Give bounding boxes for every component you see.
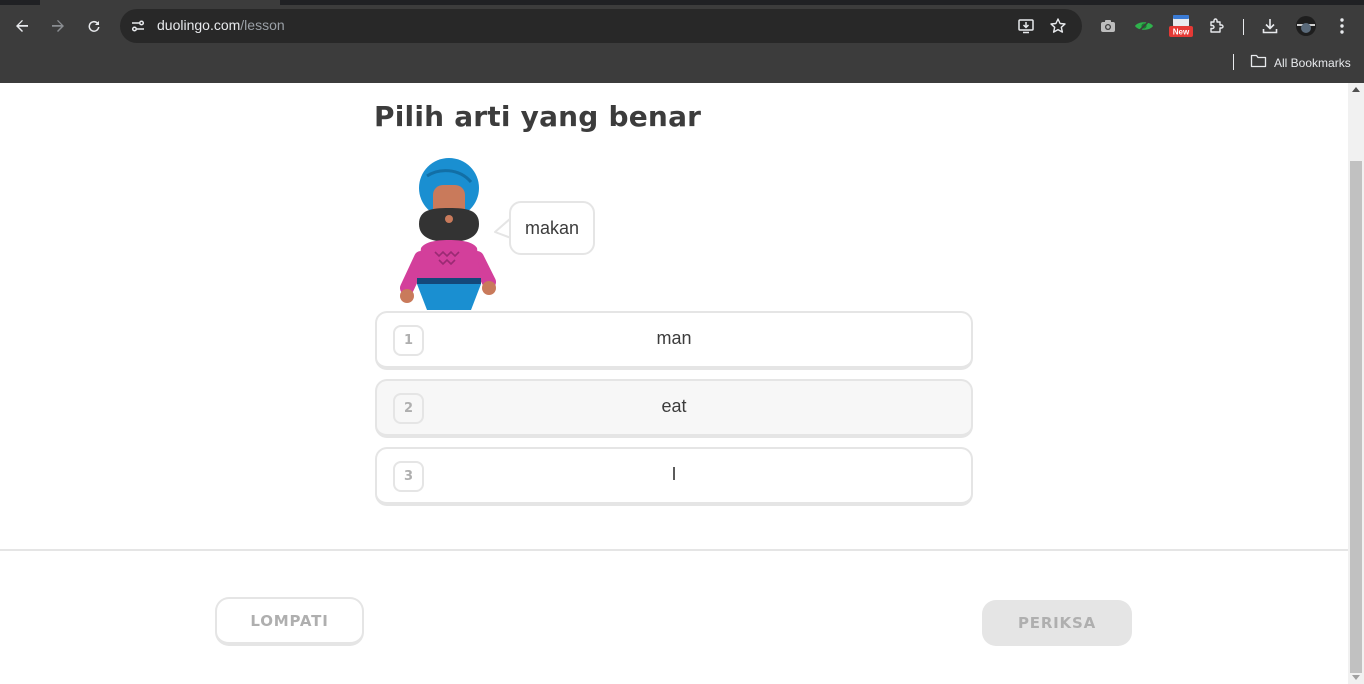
page-title: Pilih arti yang benar [374,100,702,133]
url-path: /lesson [240,17,285,33]
back-icon[interactable] [7,11,37,41]
option-label: I [671,464,677,484]
camera-extension-icon[interactable] [1096,14,1120,38]
folder-icon [1250,54,1267,71]
download-icon[interactable] [1258,14,1282,38]
new-badge-extension-icon[interactable]: New [1167,14,1195,38]
speech-text: makan [525,217,580,238]
scroll-down-arrow[interactable] [1352,675,1360,680]
bookmarks-separator [1233,54,1234,70]
profile-avatar[interactable] [1294,14,1318,38]
bookmarks-bar: All Bookmarks [0,47,1364,83]
page-scrollbar[interactable] [1348,83,1364,684]
skip-button[interactable]: LOMPATI [215,597,364,646]
forward-icon[interactable] [43,11,73,41]
address-bar[interactable]: duolingo.com/lesson [120,9,1082,43]
character-illustration [400,158,496,310]
answer-option-3[interactable]: 3 I [375,447,973,506]
new-badge-text: New [1173,28,1190,37]
answer-option-1[interactable]: 1 man [375,311,973,370]
option-label: eat [661,396,687,416]
footer-divider [0,549,1348,551]
browser-chrome: duolingo.com/lesson New All Bookmarks [0,0,1364,83]
eye-extension-icon[interactable] [1132,14,1156,38]
browser-toolbar: duolingo.com/lesson New [0,5,1364,47]
extensions-puzzle-icon[interactable] [1205,14,1229,38]
lesson-page: Pilih arti yang benar makan 1 man 2 eat … [0,83,1348,684]
reload-icon[interactable] [79,11,109,41]
speech-bubble[interactable]: makan [509,201,596,255]
url-text[interactable]: duolingo.com/lesson [157,17,285,33]
all-bookmarks-button[interactable]: All Bookmarks [1250,54,1351,71]
check-button[interactable]: PERIKSA [982,600,1132,646]
all-bookmarks-label: All Bookmarks [1274,55,1351,70]
bookmark-star-icon[interactable] [1048,16,1068,36]
install-app-icon[interactable] [1016,16,1036,36]
scroll-thumb[interactable] [1350,161,1362,673]
menu-kebab-icon[interactable] [1330,14,1354,38]
toolbar-separator [1243,19,1244,35]
option-label: man [656,328,692,348]
answer-option-2[interactable]: 2 eat [375,379,973,438]
site-info-icon[interactable] [128,16,148,36]
url-host: duolingo.com [157,17,241,33]
scroll-up-arrow[interactable] [1352,87,1360,92]
